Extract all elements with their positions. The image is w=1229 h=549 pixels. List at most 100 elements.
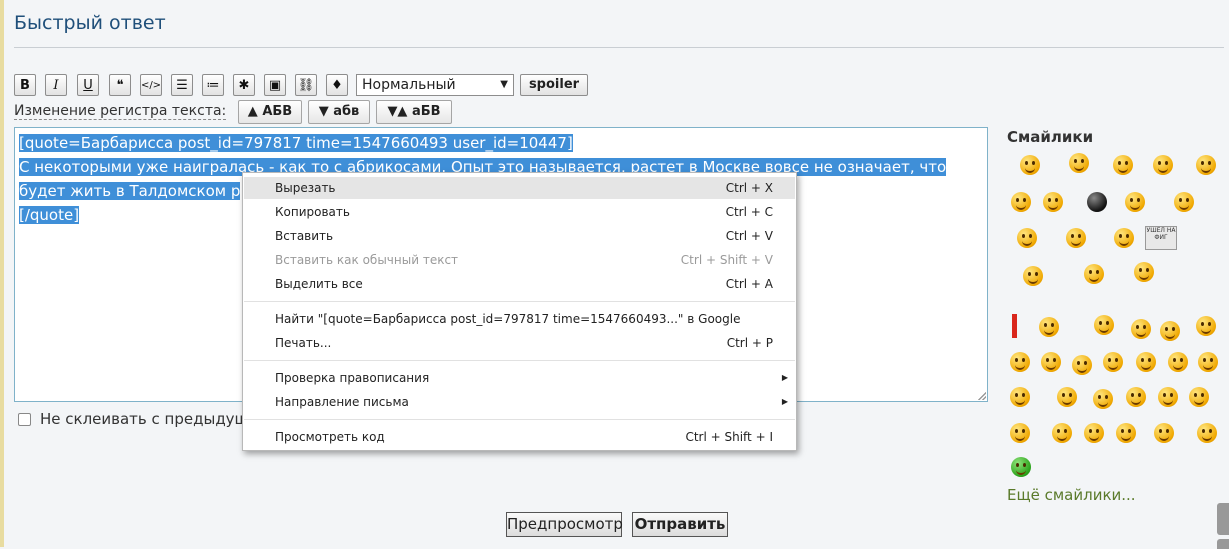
smiley-icon[interactable] bbox=[1011, 192, 1031, 212]
image-icon[interactable]: ▣ bbox=[264, 74, 286, 96]
smiley-icon[interactable] bbox=[1084, 423, 1104, 443]
smiley-icon[interactable] bbox=[1072, 355, 1092, 375]
smiley-icon[interactable] bbox=[1010, 387, 1030, 407]
menu-item-label: Вставить как обычный текст bbox=[275, 253, 459, 267]
scroll-to-bottom-handle[interactable] bbox=[1217, 539, 1229, 549]
menu-item-writing-direction[interactable]: Направление письма ▶ bbox=[244, 391, 795, 413]
code-icon[interactable]: </> bbox=[140, 74, 162, 96]
page-title: Быстрый ответ bbox=[14, 12, 166, 34]
smiley-icon[interactable] bbox=[1158, 387, 1178, 407]
smiley-icon[interactable] bbox=[1113, 155, 1133, 175]
menu-item-spellcheck[interactable]: Проверка правописания ▶ bbox=[244, 367, 795, 389]
no-merge-option[interactable]: Не склеивать с предыдущи bbox=[18, 410, 258, 428]
menu-item-shortcut: Ctrl + X bbox=[725, 181, 773, 195]
smiley-icon[interactable] bbox=[1010, 352, 1030, 372]
numbered-list-icon[interactable]: ≔ bbox=[202, 74, 224, 96]
resize-grip-icon[interactable] bbox=[978, 392, 986, 400]
red-bar-icon[interactable] bbox=[1012, 314, 1017, 338]
bulleted-list-icon[interactable]: ☰ bbox=[171, 74, 193, 96]
smiley-icon[interactable] bbox=[1020, 155, 1040, 175]
menu-item-label: Найти "[quote=Барбарисса post_id=797817 … bbox=[275, 312, 741, 326]
smiley-icon[interactable] bbox=[1197, 423, 1217, 443]
menu-item-print[interactable]: Печать... Ctrl + P bbox=[244, 332, 795, 354]
smiley-icon[interactable] bbox=[1153, 155, 1173, 175]
italic-icon[interactable]: I bbox=[45, 74, 67, 96]
menu-item-label: Проверка правописания bbox=[275, 371, 430, 385]
menu-item-shortcut: Ctrl + A bbox=[725, 277, 773, 291]
smiley-icon[interactable] bbox=[1131, 319, 1151, 339]
smiley-icon[interactable] bbox=[1154, 423, 1174, 443]
scroll-to-top-handle[interactable] bbox=[1217, 503, 1229, 535]
smiley-icon[interactable] bbox=[1084, 264, 1104, 284]
smiley-icon[interactable] bbox=[1116, 423, 1136, 443]
menu-separator bbox=[244, 419, 795, 420]
preview-button[interactable]: Предпросмотр bbox=[506, 512, 623, 537]
menu-item-select-all[interactable]: Выделить все Ctrl + A bbox=[244, 273, 795, 295]
smiley-icon[interactable] bbox=[1134, 262, 1154, 282]
menu-item-inspect[interactable]: Просмотреть код Ctrl + Shift + I bbox=[244, 426, 795, 448]
smiley-icon[interactable] bbox=[1039, 317, 1059, 337]
smiley-icon[interactable] bbox=[1043, 192, 1063, 212]
menu-item-paste-plain: Вставить как обычный текст Ctrl + Shift … bbox=[244, 249, 795, 271]
smiley-icon[interactable] bbox=[1196, 316, 1216, 336]
menu-item-label: Копировать bbox=[275, 205, 350, 219]
spoiler-button[interactable]: spoiler bbox=[520, 74, 588, 96]
smiley-icon[interactable] bbox=[1136, 352, 1156, 372]
smiley-icon[interactable] bbox=[1041, 352, 1061, 372]
editor-line: [quote=Барбарисса post_id=797817 time=15… bbox=[19, 134, 573, 152]
smiley-icon[interactable] bbox=[1189, 387, 1209, 407]
smiley-icon[interactable] bbox=[1114, 228, 1134, 248]
context-menu: Вырезать Ctrl + X Копировать Ctrl + C Вс… bbox=[242, 172, 797, 451]
no-merge-label: Не склеивать с предыдущи bbox=[40, 410, 259, 428]
smiley-icon[interactable] bbox=[1168, 352, 1188, 372]
no-merge-checkbox[interactable] bbox=[18, 412, 31, 426]
uppercase-button[interactable]: ▲ АБВ bbox=[238, 100, 302, 124]
smiley-icon[interactable] bbox=[1057, 387, 1077, 407]
smiley-icon[interactable] bbox=[1103, 352, 1123, 372]
sign-smiley-icon[interactable]: УШЕЛ НА ФИГ bbox=[1145, 226, 1177, 250]
format-select[interactable]: Нормальный ▼ bbox=[356, 74, 514, 96]
send-button[interactable]: Отправить bbox=[632, 512, 728, 537]
submenu-arrow-icon: ▶ bbox=[781, 373, 788, 382]
smiley-icon[interactable] bbox=[1125, 192, 1145, 212]
more-smilies-link[interactable]: Ещё смайлики... bbox=[1007, 486, 1136, 504]
chevron-down-icon: ▼ bbox=[500, 79, 508, 90]
green-smiley-icon[interactable] bbox=[1011, 457, 1031, 477]
submenu-arrow-icon: ▶ bbox=[781, 397, 788, 406]
underline-icon[interactable]: U bbox=[77, 74, 99, 96]
menu-item-label: Вставить bbox=[275, 229, 334, 243]
case-change-label: Изменение регистра текста: bbox=[14, 103, 227, 120]
smiley-icon[interactable] bbox=[1094, 315, 1114, 335]
smiley-icon[interactable] bbox=[1069, 153, 1089, 173]
smiley-icon[interactable] bbox=[1010, 423, 1030, 443]
menu-item-copy[interactable]: Копировать Ctrl + C bbox=[244, 201, 795, 223]
menu-item-search-google[interactable]: Найти "[quote=Барбарисса post_id=797817 … bbox=[244, 308, 795, 330]
bold-icon[interactable]: B bbox=[14, 74, 36, 96]
smiley-icon[interactable] bbox=[1093, 389, 1113, 409]
lowercase-button[interactable]: ▼ абв bbox=[308, 100, 370, 124]
format-select-value: Нормальный bbox=[362, 77, 456, 93]
smiley-icon[interactable] bbox=[1052, 423, 1072, 443]
bomb-icon[interactable] bbox=[1087, 192, 1107, 212]
smiley-icon[interactable] bbox=[1017, 228, 1037, 248]
title-divider bbox=[14, 47, 1224, 48]
menu-item-paste[interactable]: Вставить Ctrl + V bbox=[244, 225, 795, 247]
quote-icon[interactable]: ❝ bbox=[109, 74, 131, 96]
smiley-icon[interactable] bbox=[1126, 387, 1146, 407]
color-icon[interactable]: ♦ bbox=[326, 74, 348, 96]
smilies-title: Смайлики bbox=[1007, 128, 1094, 146]
left-border-strip bbox=[0, 0, 4, 547]
menu-item-cut[interactable]: Вырезать Ctrl + X bbox=[244, 177, 795, 199]
menu-item-label: Просмотреть код bbox=[275, 430, 385, 444]
link-icon[interactable]: ⛓ bbox=[295, 74, 317, 96]
smiley-icon[interactable] bbox=[1066, 228, 1086, 248]
smiley-icon[interactable] bbox=[1196, 155, 1216, 175]
smiley-icon[interactable] bbox=[1198, 352, 1218, 372]
menu-item-shortcut: Ctrl + V bbox=[725, 229, 773, 243]
toggle-case-button[interactable]: ▼▲ аБВ bbox=[376, 100, 452, 124]
smiley-icon[interactable] bbox=[1160, 321, 1180, 341]
smiley-icon[interactable] bbox=[1023, 266, 1043, 286]
asterisk-icon[interactable]: ✱ bbox=[233, 74, 255, 96]
smiley-icon[interactable] bbox=[1174, 192, 1194, 212]
menu-item-label: Вырезать bbox=[275, 181, 336, 195]
